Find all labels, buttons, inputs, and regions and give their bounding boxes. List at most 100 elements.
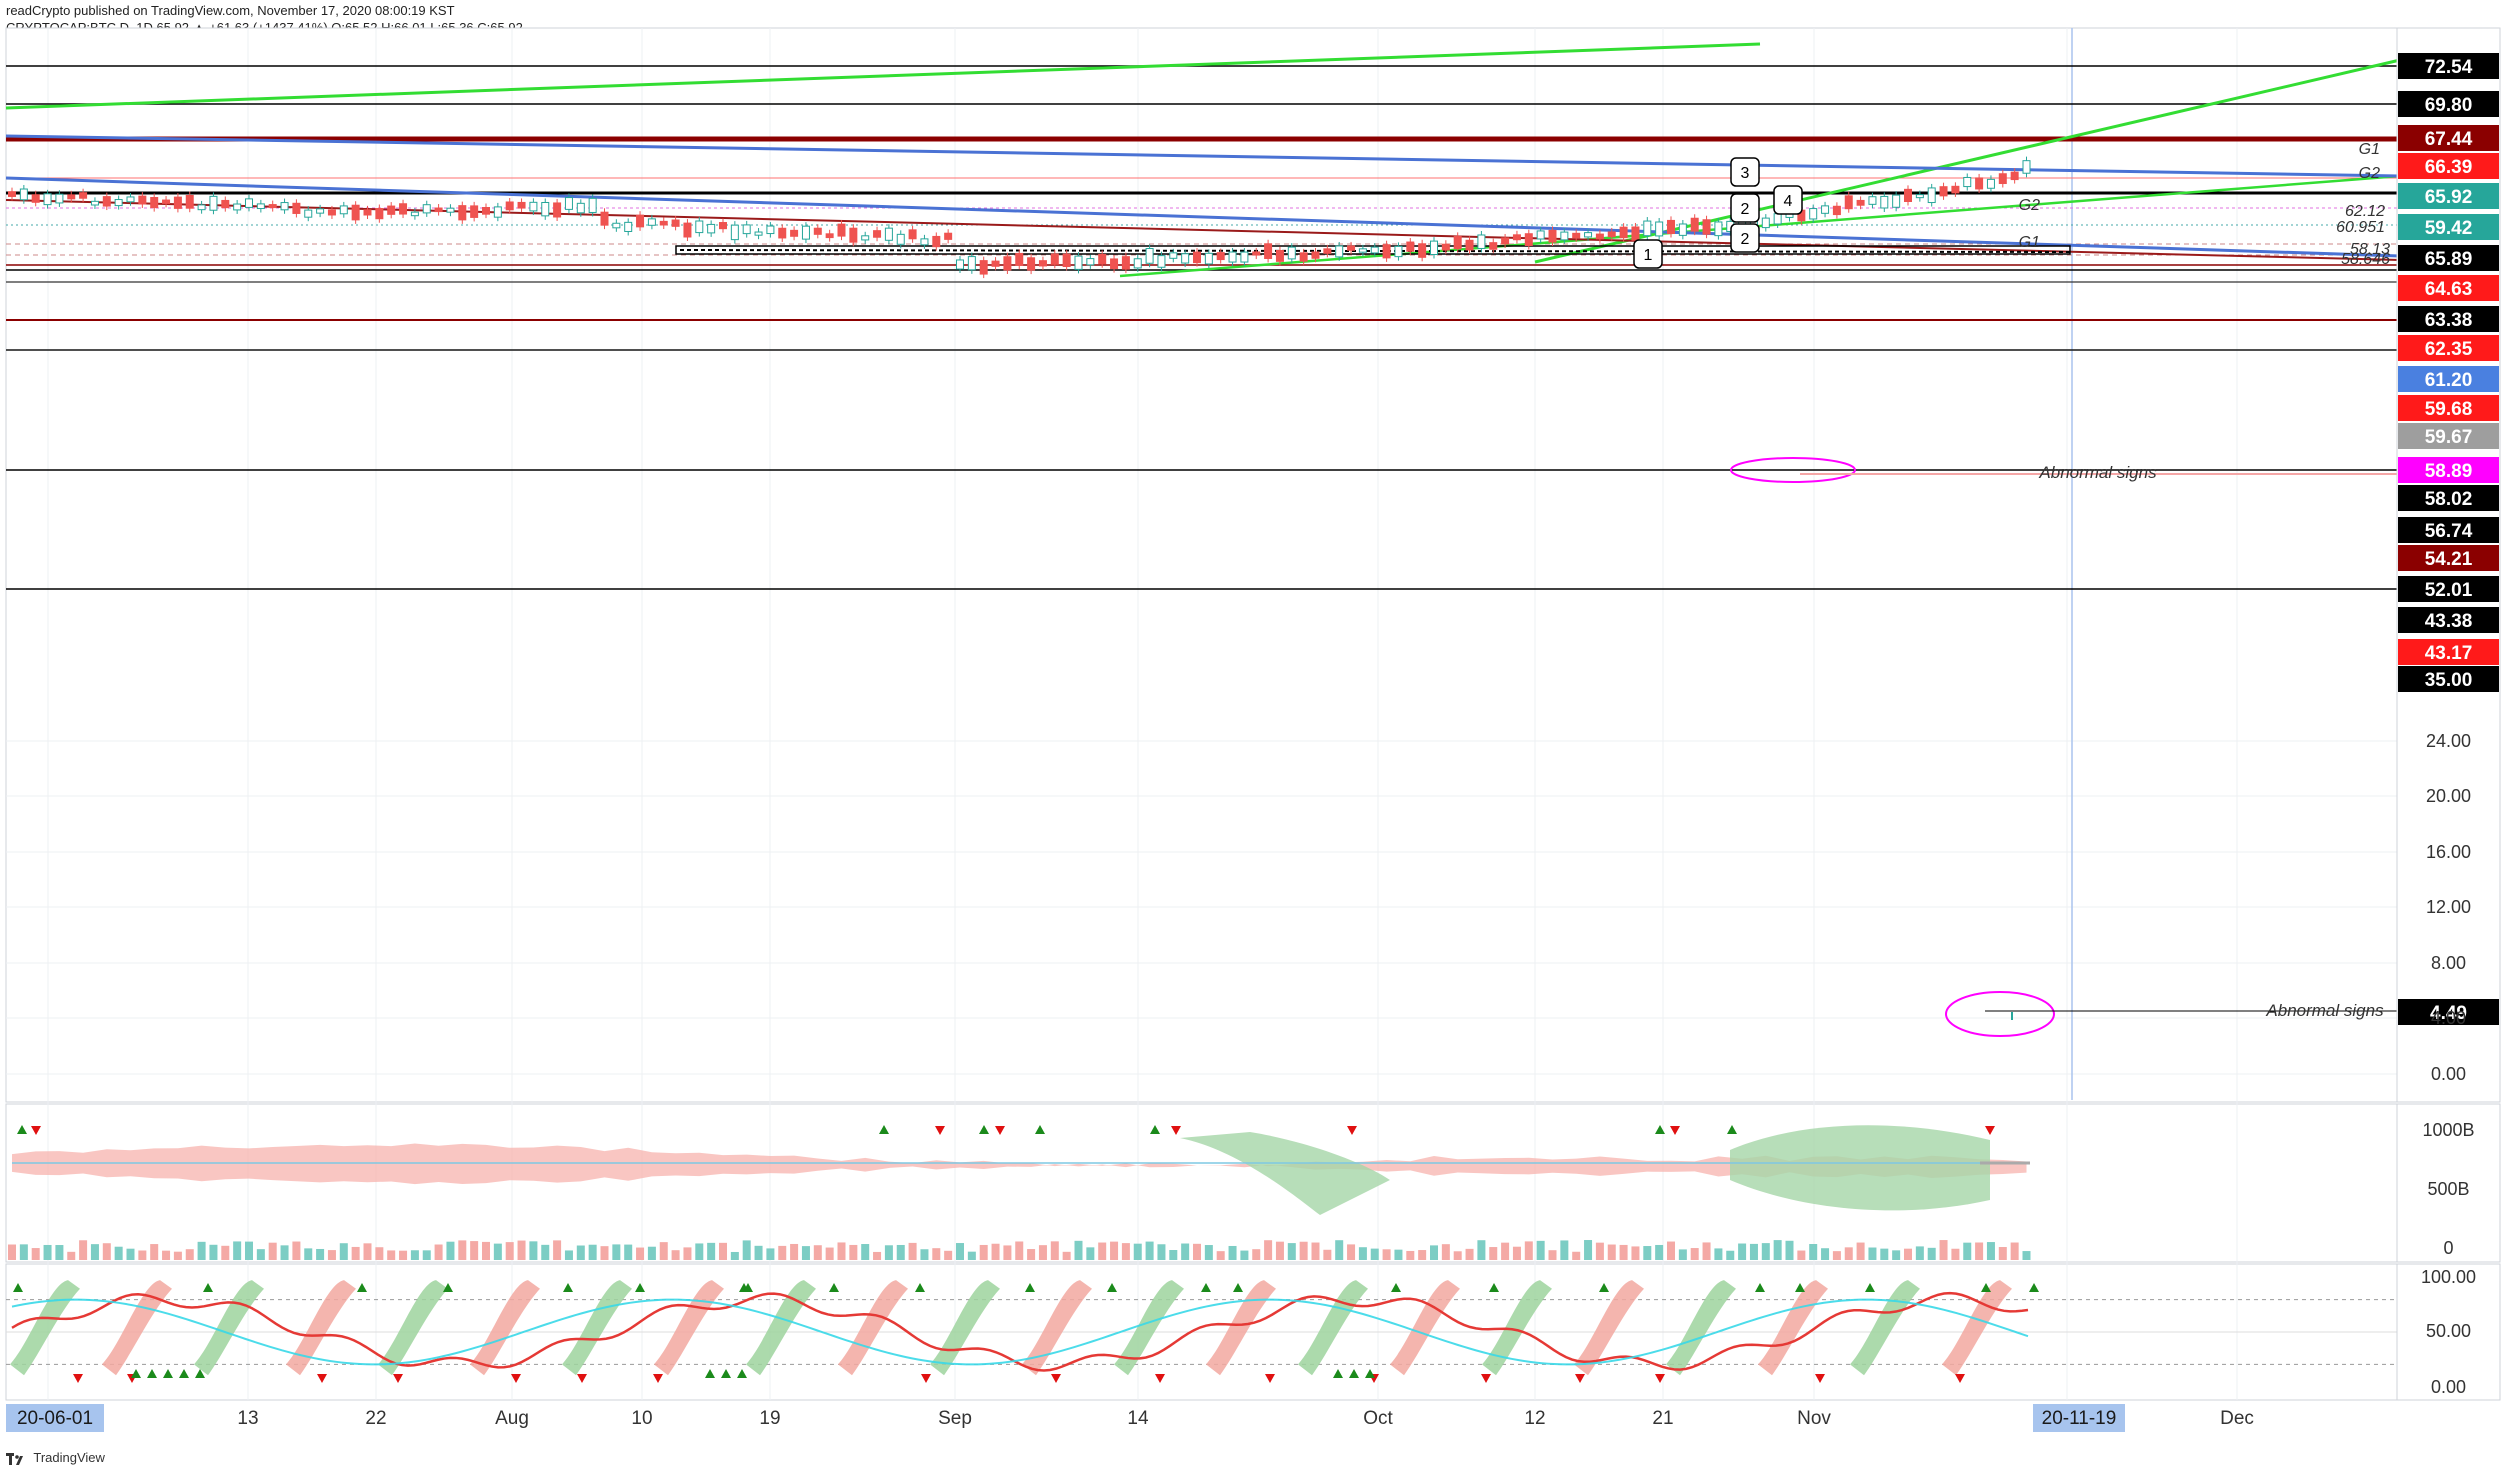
volume-bar	[1358, 1247, 1367, 1260]
volume-bar	[67, 1251, 76, 1260]
candle-body	[1963, 176, 1972, 188]
candle-body	[1489, 242, 1498, 250]
chart-annotation: G1	[2359, 141, 2380, 158]
candle-body	[1086, 258, 1095, 266]
volume-bar	[647, 1246, 656, 1260]
y-tick-label: 0.00	[2431, 1064, 2466, 1084]
candle-body	[683, 222, 692, 238]
candle-body	[1465, 239, 1474, 251]
volume-bar	[399, 1250, 408, 1260]
volume-bar	[102, 1243, 111, 1260]
candle-body	[920, 238, 929, 246]
volume-bar	[790, 1243, 799, 1260]
candle-body	[1358, 248, 1367, 253]
volume-bar	[944, 1250, 953, 1260]
candle-body	[482, 207, 490, 215]
x-tick-label: 19	[759, 1408, 780, 1429]
volume-bar	[327, 1250, 336, 1260]
candle-body	[90, 200, 99, 206]
candle-body	[470, 205, 479, 218]
volume-bar	[1489, 1247, 1498, 1260]
abnormal-signs-label: Abnormal signs	[2265, 1001, 2384, 1020]
candle-body	[1998, 173, 2007, 185]
volume-bar	[316, 1248, 325, 1260]
volume-bar	[896, 1244, 905, 1260]
volume-bar	[1453, 1251, 1462, 1260]
volume-bar	[920, 1249, 929, 1260]
candle-body	[1335, 245, 1344, 258]
candle-body	[825, 233, 834, 239]
volume-bar	[1287, 1243, 1296, 1260]
candle-body	[1631, 226, 1640, 241]
candle-body	[1951, 185, 1960, 194]
candle-body	[1193, 251, 1201, 264]
x-tick-label: 22	[365, 1408, 386, 1429]
candle-body	[671, 219, 680, 227]
volume-bar	[1904, 1248, 1912, 1260]
volume-bar	[197, 1241, 206, 1260]
candle-body	[1927, 187, 1936, 204]
volume-bar	[1133, 1243, 1142, 1260]
volume-bar	[1572, 1251, 1581, 1260]
volume-bar	[1678, 1249, 1687, 1260]
y-tick-label: 4.00	[2431, 1008, 2466, 1028]
volume-bar	[256, 1249, 265, 1260]
candle-body	[126, 196, 135, 203]
x-tick-label: 10	[631, 1408, 652, 1429]
candle-body	[209, 195, 218, 211]
volume-bar	[778, 1245, 787, 1260]
volume-bar	[2022, 1251, 2031, 1260]
y-tick-label: 12.00	[2426, 897, 2471, 917]
candle-body	[1418, 243, 1427, 258]
candle-body	[245, 198, 253, 208]
candle-body	[173, 196, 182, 209]
candle-body	[778, 227, 787, 239]
volume-bar	[991, 1243, 1000, 1260]
volume-bar	[1335, 1240, 1344, 1260]
x-tick-label: 20-11-19	[2042, 1408, 2117, 1429]
volume-bar	[1536, 1240, 1545, 1260]
volume-bar	[1193, 1243, 1201, 1260]
volume-bar	[683, 1247, 692, 1260]
volume-bar	[375, 1247, 384, 1260]
candle-body	[1453, 235, 1462, 250]
volume-bar	[138, 1250, 147, 1260]
x-tick-label: Nov	[1797, 1408, 1831, 1429]
volume-bar	[873, 1251, 882, 1260]
candle-body	[458, 205, 467, 221]
wave-count-label: 2	[1741, 201, 1750, 218]
candle-body	[588, 197, 597, 213]
candle-body	[1975, 177, 1984, 190]
candle-body	[647, 218, 656, 226]
volume-bar	[1607, 1244, 1616, 1260]
candle-body	[1062, 253, 1071, 268]
wave-count-label: 2	[1741, 231, 1750, 248]
candle-body	[8, 191, 16, 197]
price-tag-label: 59.67	[2425, 427, 2473, 448]
candle-body	[1915, 194, 1924, 199]
candle-body	[1121, 256, 1130, 270]
volume-bar	[837, 1242, 846, 1260]
volume-bar	[1418, 1250, 1427, 1260]
candle-body	[55, 193, 64, 204]
candle-body	[1441, 243, 1450, 251]
candle-body	[1667, 219, 1675, 235]
volume-bar	[1086, 1247, 1095, 1260]
volume-bar	[79, 1240, 88, 1260]
volume-bar	[1643, 1246, 1652, 1260]
wave-count-label: 3	[1741, 165, 1750, 182]
candle-body	[316, 208, 325, 214]
volume-bar	[1868, 1247, 1877, 1260]
candle-body	[1110, 258, 1119, 270]
candle-body	[553, 202, 562, 218]
volume-bar	[1809, 1244, 1818, 1260]
wave-count-label: 1	[1644, 247, 1653, 264]
candle-body	[1204, 252, 1213, 265]
volume-bar	[908, 1242, 917, 1260]
volume-bar	[1157, 1244, 1166, 1260]
candle-body	[861, 235, 870, 241]
candle-body	[1892, 194, 1901, 208]
chart-svg[interactable]: 20-06-01 13 22 Aug 10 19 Sep 14 Oct 12 21 Nov 20-11-…	[0, 0, 2505, 1476]
candle-body	[1619, 226, 1628, 239]
candle-body	[944, 232, 953, 240]
